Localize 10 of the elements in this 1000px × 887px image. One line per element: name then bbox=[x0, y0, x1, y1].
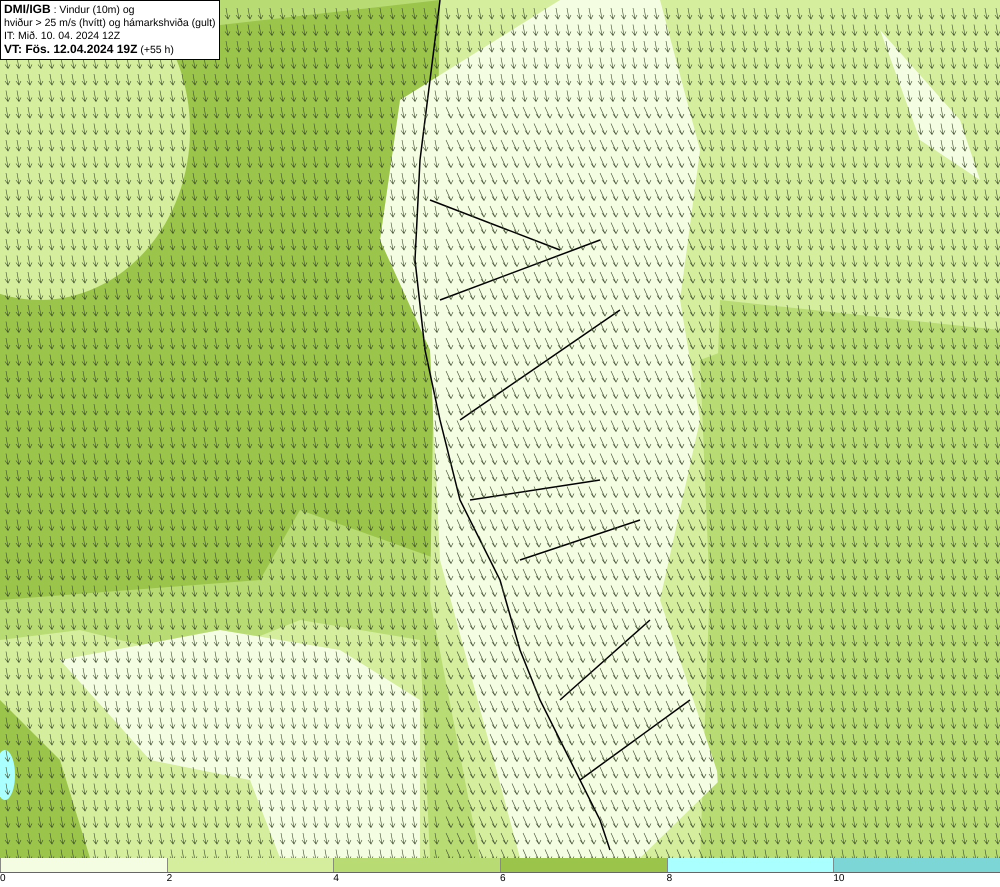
scale-tick-label: 8 bbox=[666, 873, 672, 884]
forecast-info-line: IT: Mið. 10. 04. 2024 12Z bbox=[4, 30, 122, 43]
scale-tick-label: 6 bbox=[500, 873, 506, 884]
forecast-info-line: VT: Fös. 12.04.2024 19Z (+55 h) bbox=[4, 43, 175, 57]
forecast-info-line: DMI/IGB : Vindur (10m) og bbox=[4, 3, 136, 17]
scale-tick-label: 4 bbox=[333, 873, 339, 884]
forecast-info-line: hviður > 25 m/s (hvítt) og hámarkshviða (gult) bbox=[4, 17, 216, 30]
scale-tick-label: 2 bbox=[166, 873, 172, 884]
scale-tick-label: 10 bbox=[833, 873, 844, 884]
scale-tick-label: 0 bbox=[0, 873, 6, 884]
